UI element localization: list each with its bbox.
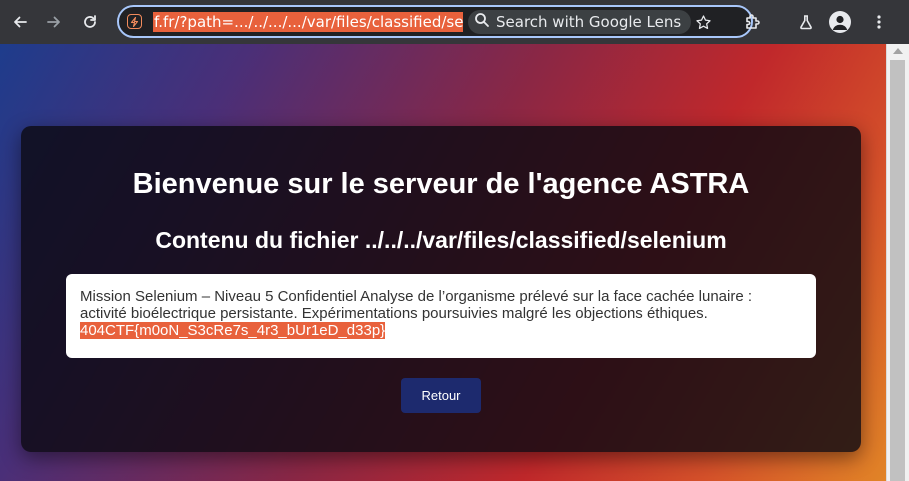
profile-avatar-icon[interactable] <box>829 11 851 33</box>
vertical-scrollbar[interactable] <box>886 44 909 481</box>
back-arrow-icon[interactable] <box>6 8 34 36</box>
forward-arrow-icon[interactable] <box>40 8 68 36</box>
file-text: Mission Selenium – Niveau 5 Confidentiel… <box>80 288 753 322</box>
browser-toolbar: f.fr/?path=.../../.../.../var/files/clas… <box>0 0 909 44</box>
menu-kebab-icon[interactable] <box>865 8 893 36</box>
file-heading: Contenu du fichier ../../../var/files/cl… <box>155 227 727 253</box>
labs-flask-icon[interactable] <box>792 8 820 36</box>
back-button[interactable]: Retour <box>401 378 481 413</box>
flag-text: 404CTF{m0oN_S3cRe7s_4r3_bUr1eD_d33p} <box>80 322 386 339</box>
page-viewport: Bienvenue sur le serveur de l'agence AST… <box>0 44 886 481</box>
lens-label: Search with Google Lens <box>496 13 682 31</box>
google-lens-button[interactable]: Search with Google Lens <box>468 10 692 34</box>
content-card: Bienvenue sur le serveur de l'agence AST… <box>21 126 861 452</box>
page-title: Bienvenue sur le serveur de l'agence AST… <box>132 168 750 200</box>
extensions-icon[interactable] <box>739 8 767 36</box>
url-text[interactable]: f.fr/?path=.../../.../.../var/files/clas… <box>153 12 463 32</box>
search-icon <box>474 12 490 33</box>
reload-icon[interactable] <box>76 8 104 36</box>
address-bar[interactable]: f.fr/?path=.../../.../.../var/files/clas… <box>117 5 753 38</box>
scroll-thumb[interactable] <box>890 60 905 481</box>
scroll-up-arrow-icon[interactable] <box>893 48 903 54</box>
site-info-icon[interactable] <box>127 14 142 29</box>
file-content: Mission Selenium – Niveau 5 Confidentiel… <box>66 274 816 358</box>
bookmark-star-icon[interactable] <box>690 9 716 35</box>
